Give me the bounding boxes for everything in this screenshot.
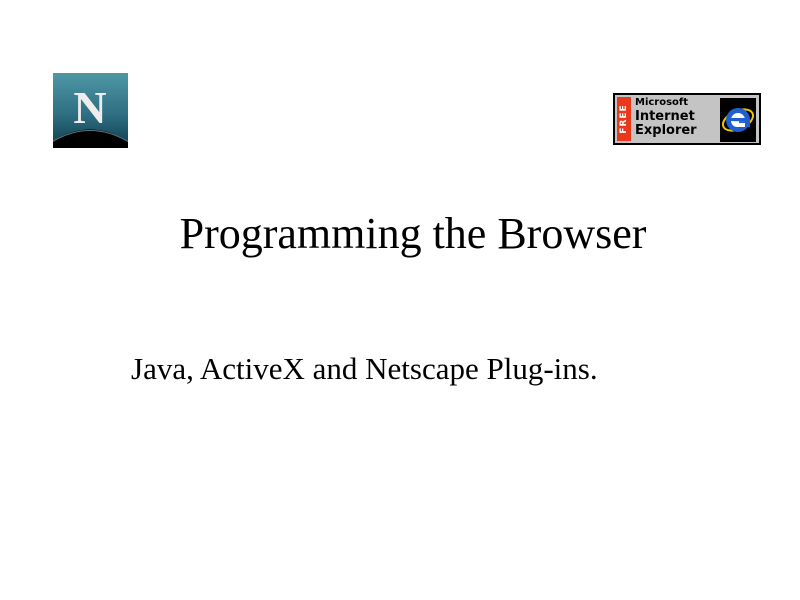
internet-explorer-e-icon: [720, 98, 756, 142]
free-tag: FREE: [617, 97, 631, 141]
netscape-logo-icon: N: [53, 73, 128, 148]
slide: N FREE Microsoft Internet Explorer Progr…: [0, 0, 800, 600]
ie-internet-label: Internet: [635, 109, 695, 124]
slide-subtitle: Java, ActiveX and Netscape Plug-ins.: [131, 351, 598, 386]
free-label: FREE: [619, 104, 629, 134]
netscape-letter: N: [73, 82, 106, 133]
slide-title: Programming the Browser: [179, 209, 647, 258]
ie-microsoft-label: Microsoft: [635, 97, 689, 108]
ie-badge: FREE Microsoft Internet Explorer: [613, 93, 761, 145]
ie-brand-text: Microsoft Internet Explorer: [635, 97, 697, 138]
ie-explorer-label: Explorer: [635, 123, 697, 138]
